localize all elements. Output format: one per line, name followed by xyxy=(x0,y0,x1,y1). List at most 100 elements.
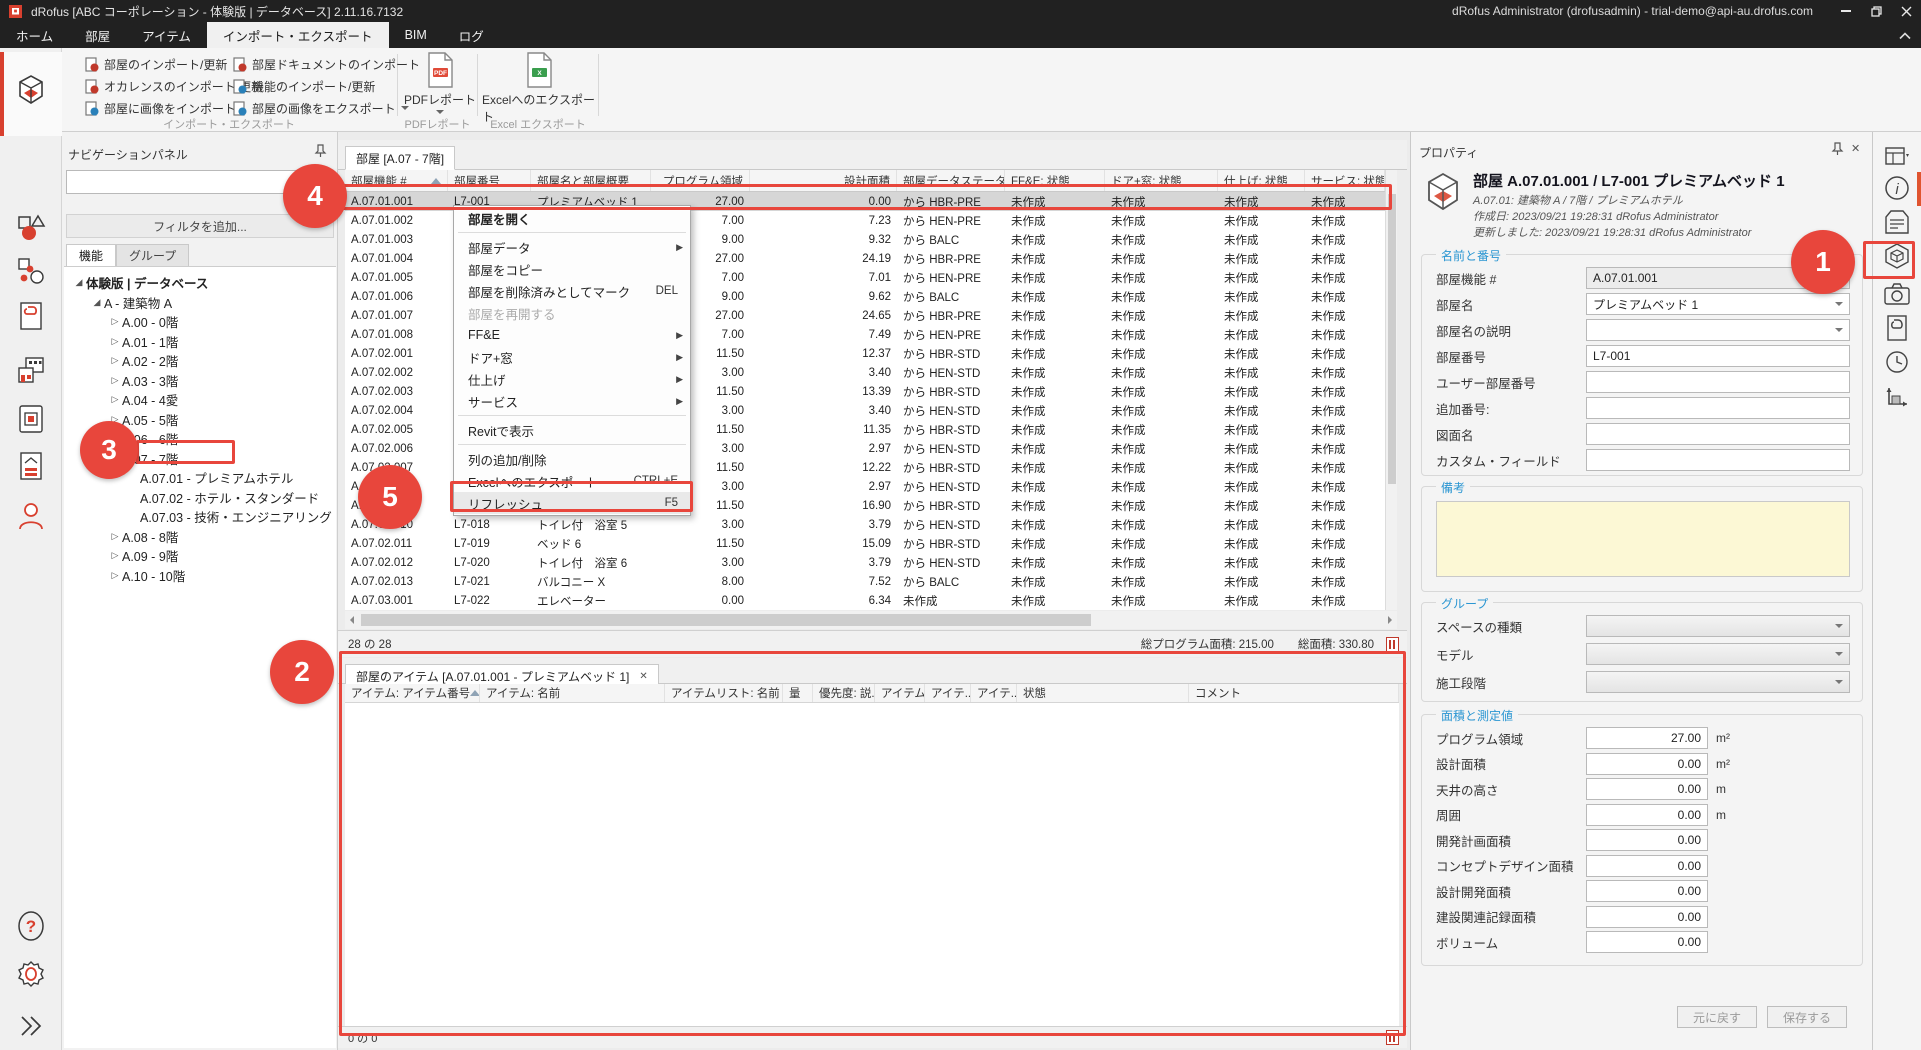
help-icon[interactable]: ? xyxy=(13,908,49,944)
tree-item-A.02 - 2階[interactable]: ▷A.02 - 2階 xyxy=(64,351,336,371)
menu-item-FF&E[interactable]: FF&E▶ xyxy=(454,324,690,346)
column-header-仕上げ: 状態[interactable]: 仕上げ: 状態 xyxy=(1218,170,1305,191)
settings-gear-icon[interactable] xyxy=(13,956,49,992)
menu-item-部屋を開く[interactable]: 部屋を開く xyxy=(454,207,690,229)
expand-icon[interactable]: ▷ xyxy=(108,570,122,581)
field-input-カスタム・フィールド[interactable] xyxy=(1586,449,1850,471)
field-input-スペースの種類[interactable] xyxy=(1586,615,1850,637)
collapse-ribbon-icon[interactable] xyxy=(1895,27,1915,45)
field-input-部屋名の説明[interactable] xyxy=(1586,319,1850,341)
attachments-icon[interactable] xyxy=(1883,314,1911,342)
column-header-部屋番号[interactable]: 部屋番号 xyxy=(448,170,531,191)
minimize-button[interactable] xyxy=(1831,0,1861,22)
items-table-body[interactable] xyxy=(345,703,1399,1026)
nav-tab-グループ[interactable]: グループ xyxy=(116,244,189,266)
tree-item-A.03 - 3階[interactable]: ▷A.03 - 3階 xyxy=(64,371,336,391)
column-header-部屋名と部屋概要[interactable]: 部屋名と部屋概要 xyxy=(531,170,651,191)
tree-item-A.07.02 - ホテル・スタンダード[interactable]: A.07.02 - ホテル・スタンダード xyxy=(64,488,336,508)
table-row[interactable]: A.07.02.010L7-018トイレ付 浴室 53.003.79から HEN… xyxy=(345,515,1385,534)
column-header-プログラム領域[interactable]: プログラム領域 xyxy=(651,170,750,191)
column-header-状態[interactable]: 状態 xyxy=(1017,684,1189,702)
undo-button[interactable]: 元に戻す xyxy=(1677,1006,1757,1028)
tree-item-A - 建築物 A[interactable]: ◢A - 建築物 A xyxy=(64,293,336,313)
expand-icon[interactable]: ▷ xyxy=(108,550,122,561)
column-header-アイテムリスト: 名前[interactable]: アイテムリスト: 名前 xyxy=(665,684,783,702)
history-clock-icon[interactable] xyxy=(1883,348,1911,376)
columns-icon[interactable] xyxy=(1386,1030,1399,1045)
field-input-追加番号:[interactable] xyxy=(1586,397,1850,419)
rooms-tab[interactable]: 部屋 [A.07 - 7階] xyxy=(345,146,455,170)
ribbon-button-PDFレポート[interactable]: PDFPDFレポート xyxy=(402,52,478,116)
column-header-アイテム...[interactable]: アイテム... xyxy=(875,684,925,702)
collapse-icon[interactable]: ◢ xyxy=(90,297,104,308)
expand-sidebar-icon[interactable] xyxy=(13,1008,49,1044)
menu-item-仕上げ[interactable]: 仕上げ▶ xyxy=(454,368,690,390)
room-data-sheet-icon[interactable] xyxy=(1883,208,1911,236)
layout-select-icon[interactable] xyxy=(1883,142,1911,170)
bim-model-icon[interactable] xyxy=(1883,242,1911,270)
column-header-優先度: 説...[interactable]: 優先度: 説... xyxy=(813,684,875,702)
ribbon-tab-部屋[interactable]: 部屋 xyxy=(69,22,126,48)
ribbon-button-部屋ドキュメントのインポート[interactable]: 部屋ドキュメントのインポート xyxy=(232,54,420,74)
ribbon-button-部屋のインポート/更新[interactable]: 部屋のインポート/更新 xyxy=(84,54,227,74)
scroll-left-icon[interactable] xyxy=(350,616,354,624)
columns-icon[interactable] xyxy=(1386,637,1399,652)
menu-item-リフレッシュ[interactable]: リフレッシュF5 xyxy=(454,492,690,514)
tree-item-A.00 - 0階[interactable]: ▷A.00 - 0階 xyxy=(64,312,336,332)
column-header-アイテ...[interactable]: アイテ... xyxy=(925,684,971,702)
collapse-icon[interactable]: ◢ xyxy=(72,277,86,288)
table-row[interactable]: A.07.02.013L7-021バルコニー X8.007.52から BALC未… xyxy=(345,572,1385,591)
restore-button[interactable] xyxy=(1861,0,1891,22)
nav-tab-機能[interactable]: 機能 xyxy=(66,244,116,266)
ribbon-tab-インポート・エクスポート[interactable]: インポート・エクスポート xyxy=(207,22,389,48)
field-input-図面名[interactable] xyxy=(1586,423,1850,445)
documents-module-icon[interactable] xyxy=(13,298,49,334)
close-panel-icon[interactable]: ✕ xyxy=(1851,142,1860,155)
ribbon-button-部屋に画像をインポート[interactable]: 部屋に画像をインポート xyxy=(84,98,236,118)
tree-item-A.01 - 1階[interactable]: ▷A.01 - 1階 xyxy=(64,332,336,352)
rooms-vertical-scrollbar[interactable] xyxy=(1385,170,1397,610)
menu-item-列の追加/削除[interactable]: 列の追加/削除 xyxy=(454,448,690,470)
tree-item-体験版 | データベース[interactable]: ◢体験版 | データベース xyxy=(64,273,336,293)
field-input-周囲[interactable]: 0.00 xyxy=(1586,804,1708,826)
table-row[interactable]: A.07.03.001L7-022エレベーター0.006.34未作成未作成未作成… xyxy=(345,591,1385,610)
column-header-アイテ...[interactable]: アイテ... xyxy=(971,684,1017,702)
contacts-module-icon[interactable] xyxy=(13,498,49,534)
menu-item-Excelへのエクスポート[interactable]: ExcelへのエクスポートCTRL+E xyxy=(454,470,690,492)
pin-icon[interactable] xyxy=(1831,142,1844,155)
ribbon-button-部屋の画像をエクスポート[interactable]: 部屋の画像をエクスポート xyxy=(232,98,409,118)
close-button[interactable] xyxy=(1891,0,1921,22)
column-header-アイテム: 名前[interactable]: アイテム: 名前 xyxy=(480,684,665,702)
field-input-天井の高さ[interactable]: 0.00 xyxy=(1586,778,1708,800)
field-input-開発計画面積[interactable]: 0.00 xyxy=(1586,829,1708,851)
table-row[interactable]: A.07.02.012L7-020トイレ付 浴室 63.003.79から HEN… xyxy=(345,553,1385,572)
field-input-モデル[interactable] xyxy=(1586,643,1850,665)
table-row[interactable]: A.07.02.011L7-019ベッド 611.5015.09から HBR-S… xyxy=(345,534,1385,553)
room-data-module-icon[interactable] xyxy=(13,401,49,437)
field-input-ボリューム[interactable]: 0.00 xyxy=(1586,931,1708,953)
expand-icon[interactable]: ▷ xyxy=(108,355,122,366)
scrollbar-thumb[interactable] xyxy=(361,614,1091,626)
systems-module-icon[interactable] xyxy=(13,253,49,289)
column-header-設計面積[interactable]: 設計面積 xyxy=(750,170,897,191)
save-button[interactable]: 保存する xyxy=(1767,1006,1847,1028)
reports-module-icon[interactable] xyxy=(13,448,49,484)
menu-item-サービス[interactable]: サービス▶ xyxy=(454,390,690,412)
ribbon-button-Excelへのエクスポート[interactable]: XExcelへのエクスポート xyxy=(482,52,596,116)
tree-item-A.07.03 - 技術・エンジニアリング[interactable]: A.07.03 - 技術・エンジニアリング xyxy=(64,507,336,527)
close-tab-icon[interactable]: ✕ xyxy=(639,671,647,682)
ribbon-tab-BIM[interactable]: BIM xyxy=(389,22,443,48)
tree-item-A.09 - 9階[interactable]: ▷A.09 - 9階 xyxy=(64,546,336,566)
field-input-コンセプトデザイン面積[interactable]: 0.00 xyxy=(1586,855,1708,877)
field-input-部屋名[interactable]: プレミアムベッド 1 xyxy=(1586,293,1850,315)
tree-item-A.04 - 4愛[interactable]: ▷A.04 - 4愛 xyxy=(64,390,336,410)
search-input[interactable] xyxy=(67,172,301,192)
ribbon-tab-ログ[interactable]: ログ xyxy=(443,22,500,48)
rooms-horizontal-scrollbar[interactable] xyxy=(345,611,1397,629)
scroll-right-icon[interactable] xyxy=(1388,616,1392,624)
column-header-アイテム: アイテム番号[interactable]: アイテム: アイテム番号 xyxy=(345,684,480,702)
menu-item-ドア+窓[interactable]: ドア+窓▶ xyxy=(454,346,690,368)
buildings-module-icon[interactable] xyxy=(13,352,49,388)
items-module-icon[interactable] xyxy=(13,210,49,246)
expand-icon[interactable]: ▷ xyxy=(108,375,122,386)
